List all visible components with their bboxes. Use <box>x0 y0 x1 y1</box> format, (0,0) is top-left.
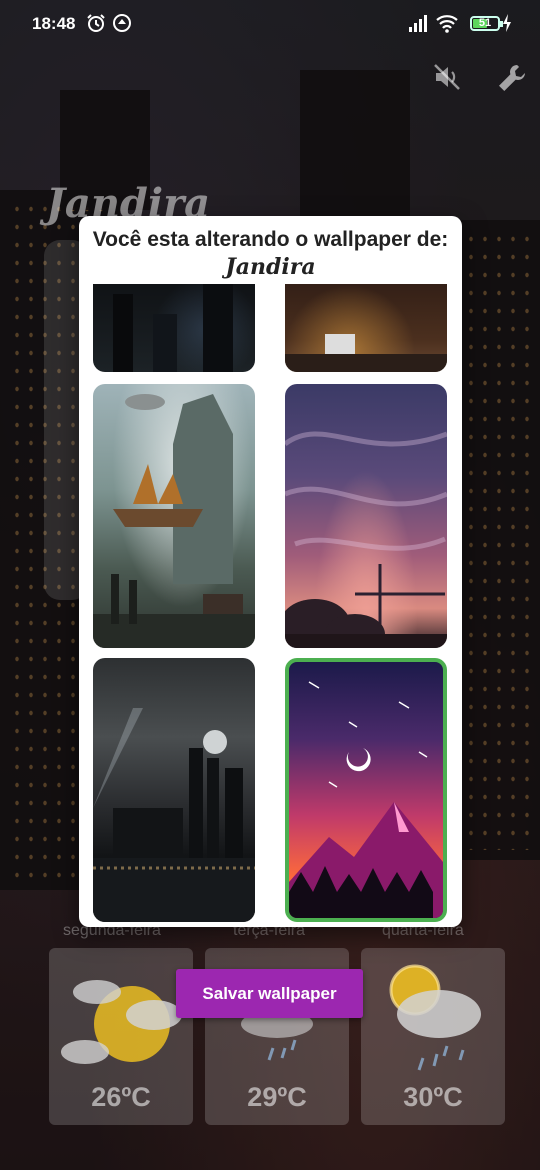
battery-icon: 51 <box>470 16 503 31</box>
clock: 18:48 <box>32 14 76 33</box>
alarm-icon <box>86 13 106 38</box>
charging-icon <box>502 13 512 38</box>
temperature: 26ºC <box>91 1082 151 1112</box>
status-bar: 18:48 51 <box>0 0 540 50</box>
signal-icon <box>408 13 430 38</box>
temperature: 30ºC <box>403 1082 463 1112</box>
wallpaper-thumb-city-night-dark[interactable] <box>93 284 255 372</box>
battery-level: 51 <box>478 17 492 29</box>
dialog-heading: Você esta alterando o wallpaper de: <box>92 228 449 251</box>
wallpaper-thumb-night-city-skyline[interactable] <box>93 658 255 922</box>
volume-off-icon[interactable] <box>432 62 462 97</box>
wallpaper-picker-dialog: Você esta alterando o wallpaper de: Jand… <box>79 216 462 927</box>
focus-icon <box>112 13 132 38</box>
wallpaper-thumb-steampunk-airship-city[interactable] <box>93 384 255 648</box>
partly-cloudy-icon <box>61 980 182 1064</box>
rain-icon <box>241 1018 313 1061</box>
wrench-icon[interactable] <box>496 62 528 99</box>
forecast-card: 30ºC <box>361 948 505 1125</box>
temperature: 29ºC <box>247 1082 307 1112</box>
wallpaper-grid[interactable] <box>79 284 462 927</box>
wallpaper-thumb-city-dusk-street[interactable] <box>285 284 447 372</box>
dialog-subject: Jandira <box>225 254 316 280</box>
sun-rain-icon <box>389 964 481 1071</box>
save-wallpaper-button[interactable]: Salvar wallpaper <box>176 969 363 1018</box>
wallpaper-thumb-synthwave-mountains[interactable] <box>285 658 447 922</box>
forecast-card: 26ºC <box>49 948 193 1125</box>
wifi-icon <box>435 13 459 38</box>
wallpaper-thumb-purple-sky-crane[interactable] <box>285 384 447 648</box>
